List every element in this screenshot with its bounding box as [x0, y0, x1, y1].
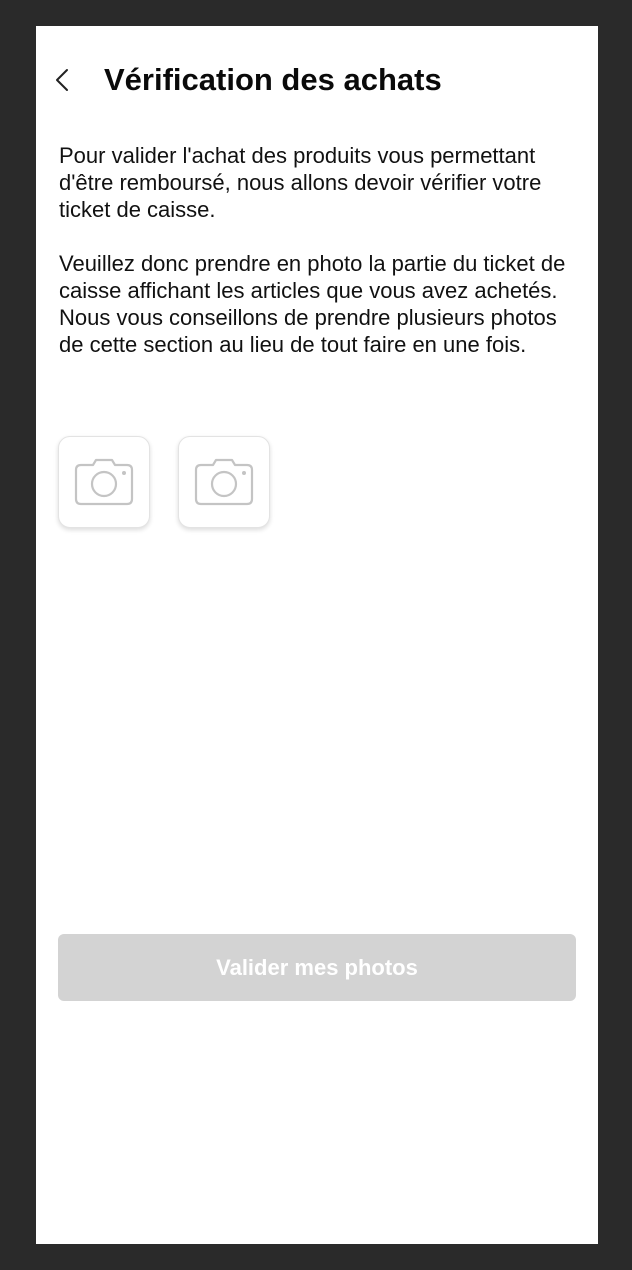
instruction-paragraph-2: Veuillez donc prendre en photo la partie… [59, 251, 566, 357]
page-title: Vérification des achats [104, 62, 442, 97]
chevron-left-icon [56, 69, 68, 91]
photo-slot-2[interactable] [178, 436, 270, 528]
instruction-paragraph-1: Pour valider l'achat des produits vous p… [59, 143, 542, 222]
app-screen: Vérification des achats Pour valider l'a… [36, 26, 598, 1244]
photo-slot-1[interactable] [58, 436, 150, 528]
back-button[interactable] [52, 64, 74, 96]
validate-photos-button[interactable]: Valider mes photos [58, 934, 576, 1001]
camera-icon [74, 458, 134, 506]
camera-icon [194, 458, 254, 506]
